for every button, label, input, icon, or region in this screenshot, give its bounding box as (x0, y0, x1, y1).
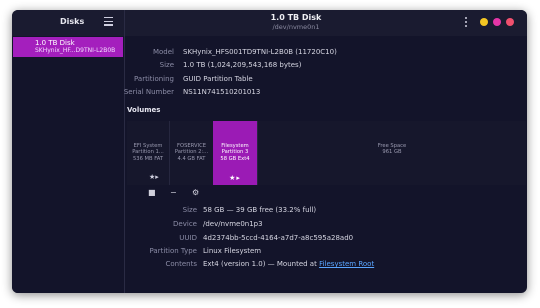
size-value: 1.0 TB (1,024,209,543,168 bytes) (183, 61, 302, 69)
partition-filesystem-size: 58 GB Ext4 (220, 155, 250, 162)
disk-item-subtitle: SKHynix_HF...D9TNI-L2B0B (35, 47, 116, 54)
main-content: Model SKHynix_HFS001TD9TNI-L2B0B (11720C… (124, 36, 527, 293)
filesystem-root-link[interactable]: Filesystem Root (319, 260, 374, 268)
part-size-value: 58 GB — 39 GB free (33.2% full) (203, 206, 317, 214)
partition-foservice-number: Partition 2:... (174, 149, 209, 156)
partition-foservice-size: 4.4 GB FAT (177, 155, 206, 162)
partition-efi[interactable]: EFI System Partition 1... 536 MB FAT (127, 121, 169, 185)
mounted-star-play-icon: ★▸ (229, 173, 241, 182)
contents-value: Ext4 (version 1.0) — Mounted at Filesyst… (203, 260, 374, 268)
uuid-value: 4d2374bb-5ccd-4164-a7d7-a8c595a28ad0 (203, 234, 354, 242)
disks-window: Disks 1.0 TB Disk /dev/nvme0n1 1.0 TB Di… (12, 10, 527, 293)
volume-graph: EFI System Partition 1... 536 MB FAT FOS… (127, 121, 526, 185)
window-subtitle: /dev/nvme0n1 (272, 23, 320, 31)
partition-foservice[interactable]: FOSERVICE Partition 2:... 4.4 GB FAT (170, 121, 213, 185)
partitioning-label: Partitioning (134, 75, 174, 83)
partition-filesystem[interactable]: Filesystem Partition 3 58 GB Ext4 ★▸ (213, 121, 257, 185)
header-bar: Disks 1.0 TB Disk /dev/nvme0n1 (12, 10, 527, 36)
contents-label: Contents (165, 260, 198, 268)
part-size-label: Size (182, 206, 197, 214)
model-value: SKHynix_HFS001TD9TNI-L2B0B (11720C10) (183, 48, 337, 56)
serial-value: NS11N741510201013 (183, 88, 261, 96)
sidebar-item-disk[interactable]: 1.0 TB Disk SKHynix_HF...D9TNI-L2B0B (13, 37, 123, 57)
window-title: 1.0 TB Disk (270, 13, 322, 22)
minimize-button[interactable] (480, 18, 488, 26)
uuid-label: UUID (179, 234, 197, 242)
maximize-button[interactable] (493, 18, 501, 26)
partition-type-value: Linux Filesystem (203, 247, 262, 255)
partition-free-space[interactable]: Free Space 961 GB (258, 121, 526, 185)
app-title: Disks (60, 17, 85, 26)
device-label: Device (173, 220, 197, 228)
free-space-size: 961 GB (382, 149, 402, 156)
device-value: /dev/nvme0n1p3 (203, 220, 263, 228)
contents-text: Ext4 (version 1.0) — Mounted at (203, 260, 320, 268)
hamburger-menu-icon[interactable] (104, 17, 113, 26)
gear-icon[interactable]: ⚙ (192, 188, 199, 197)
window-title-area: 1.0 TB Disk /dev/nvme0n1 (125, 13, 467, 32)
model-label: Model (152, 48, 174, 56)
size-label: Size (159, 61, 174, 69)
volumes-heading: Volumes (127, 106, 161, 114)
partition-efi-size: 536 MB FAT (132, 155, 164, 162)
kebab-menu-icon[interactable] (465, 17, 468, 28)
sidebar-header: Disks (12, 10, 125, 36)
remove-partition-icon[interactable]: − (170, 188, 177, 197)
stop-icon[interactable]: ■ (148, 188, 156, 197)
partition-type-label: Partition Type (149, 247, 197, 255)
close-button[interactable] (506, 18, 514, 26)
serial-label: Serial Number (123, 88, 174, 96)
disk-item-title: 1.0 TB Disk (35, 39, 75, 47)
partition-efi-number: Partition 1... (132, 149, 164, 156)
efi-star-play-icon: ★▸ (149, 173, 159, 181)
sidebar: 1.0 TB Disk SKHynix_HF...D9TNI-L2B0B (12, 36, 125, 293)
partitioning-value: GUID Partition Table (183, 75, 253, 83)
